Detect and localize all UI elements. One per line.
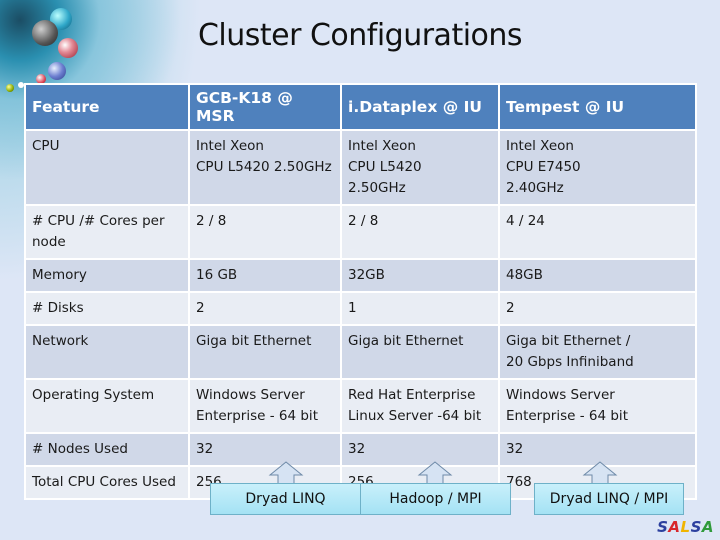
feature-cell: # Nodes Used	[26, 434, 188, 465]
framework-box-hadoop-mpi: Hadoop / MPI	[360, 483, 511, 515]
value-cell: Giga bit Ethernet	[342, 326, 498, 378]
value-cell: 16 GB	[190, 260, 340, 291]
value-cell: 2	[500, 293, 695, 324]
globe-icon	[6, 84, 14, 92]
table-row: # CPU /# Cores per node 2 / 82 / 84 / 24	[26, 206, 695, 258]
value-cell: 2 / 8	[342, 206, 498, 258]
feature-cell: # Disks	[26, 293, 188, 324]
up-arrow-icon	[582, 461, 618, 484]
table-row: Operating System Windows Server Enterpris…	[26, 380, 695, 432]
logo-letter: L	[680, 518, 691, 536]
feature-cell: CPU	[26, 131, 188, 204]
value-cell: Windows Server Enterprise - 64 bit	[500, 380, 695, 432]
cluster-config-table: Feature GCB-K18 @ MSR i.Dataplex @ IU Te…	[24, 83, 697, 500]
value-cell: 32GB	[342, 260, 498, 291]
value-cell: 2	[190, 293, 340, 324]
up-arrow-icon	[268, 461, 304, 484]
value-cell: 2 / 8	[190, 206, 340, 258]
logo-letter: S	[657, 518, 669, 536]
value-cell: 48GB	[500, 260, 695, 291]
framework-box-dryadlinq: Dryad LINQ	[210, 483, 361, 515]
value-cell: Intel Xeon CPU L5420 2.50GHz	[190, 131, 340, 204]
value-cell: Red Hat Enterprise Linux Server -64 bit	[342, 380, 498, 432]
globe-icon	[48, 62, 66, 80]
up-arrow-icon	[417, 461, 453, 484]
header-feature: Feature	[26, 85, 188, 129]
value-cell: Intel Xeon CPU L5420 2.50GHz	[342, 131, 498, 204]
table-row: Memory 16 GB 32GB 48GB	[26, 260, 695, 291]
feature-cell: Memory	[26, 260, 188, 291]
feature-cell: Network	[26, 326, 188, 378]
header-idataplex: i.Dataplex @ IU	[342, 85, 498, 129]
value-cell: 4 / 24	[500, 206, 695, 258]
feature-cell: Operating System	[26, 380, 188, 432]
feature-cell: Total CPU Cores Used	[26, 467, 188, 498]
value-cell: 32	[190, 434, 340, 465]
value-cell: Windows Server Enterprise - 64 bit	[190, 380, 340, 432]
logo-letter: S	[690, 518, 702, 536]
salsa-logo: SALSA	[657, 518, 714, 536]
table-row: Network Giga bit Ethernet Giga bit Etherne…	[26, 326, 695, 378]
value-cell: 1	[342, 293, 498, 324]
header-gcb-k18: GCB-K18 @ MSR	[190, 85, 340, 129]
logo-letter: A	[701, 518, 714, 536]
framework-box-dryadlinq-mpi: Dryad LINQ / MPI	[534, 483, 684, 515]
logo-letter: A	[668, 518, 681, 536]
feature-cell: # CPU /# Cores per node	[26, 206, 188, 258]
table-header-row: Feature GCB-K18 @ MSR i.Dataplex @ IU Te…	[26, 85, 695, 129]
value-cell: Giga bit Ethernet / 20 Gbps Infiniband	[500, 326, 695, 378]
table-row: # Disks 2 1 2	[26, 293, 695, 324]
slide-title: Cluster Configurations	[197, 18, 523, 53]
header-tempest: Tempest @ IU	[500, 85, 695, 129]
table-row: CPU Intel Xeon CPU L5420 2.50GHz Intel Xeo…	[26, 131, 695, 204]
value-cell: Intel Xeon CPU E7450 2.40GHz	[500, 131, 695, 204]
value-cell: Giga bit Ethernet	[190, 326, 340, 378]
